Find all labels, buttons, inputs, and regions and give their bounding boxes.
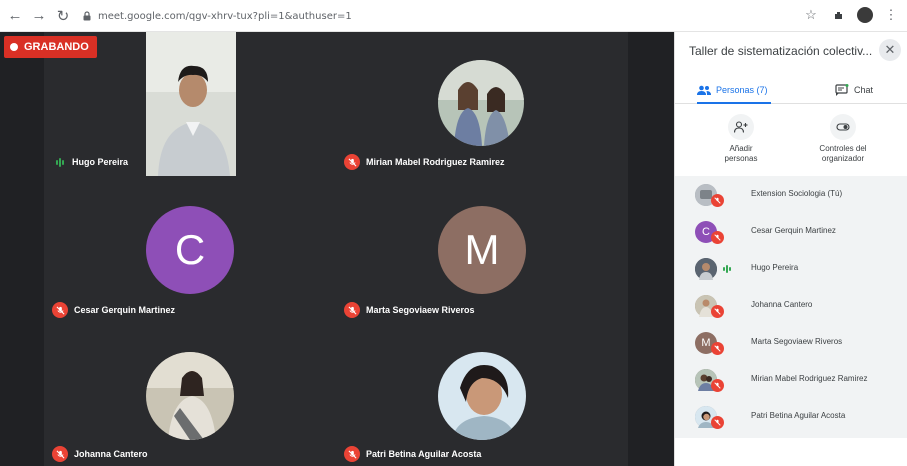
person-name: Mirian Mabel Rodriguez Ramirez [751,374,868,383]
recording-dot-icon [10,43,18,51]
list-item[interactable]: Mirian Mabel Rodriguez Ramirez [695,367,905,397]
tab-people-label: Personas (7) [716,85,768,95]
mic-off-icon [344,446,360,462]
mic-off-icon [344,302,360,318]
people-list: Extension Sociologia (Tú) C Cesar Gerqui… [675,176,907,438]
host-controls-button[interactable]: Controles del organizador [803,114,883,164]
url-text: meet.google.com/qgv-xhrv-tux?pli=1&authu… [98,10,352,22]
menu-icon[interactable]: ⋮ [881,5,901,25]
person-name: Johanna Cantero [751,300,813,309]
participant-avatar [438,352,526,440]
mic-off-icon [711,194,724,207]
side-panel: Taller de sistematización colectiv... ✕ … [674,32,907,466]
avatar [695,258,717,280]
person-name: Patri Betina Aguilar Acosta [751,411,846,420]
active-tab-indicator [697,102,771,104]
person-name: Marta Segoviaew Riveros [751,337,843,346]
participant-tile[interactable]: Patri Betina Aguilar Acosta [336,320,628,466]
chat-icon [835,84,849,96]
panel-tabs: Personas (7) Chat [675,76,907,104]
participant-name: Mirian Mabel Rodriguez Ramirez [366,157,505,167]
list-item[interactable]: Johanna Cantero [695,293,905,323]
participant-initial-avatar: M [438,206,526,294]
close-panel-button[interactable]: ✕ [879,39,901,61]
reload-icon[interactable]: ↻ [52,5,74,27]
person-name: Hugo Pereira [751,263,799,272]
bookmark-star-icon[interactable]: ☆ [801,5,821,25]
toggle-icon [830,114,856,140]
mic-off-icon [711,305,724,318]
meeting-title: Taller de sistematización colectiv... [689,44,873,58]
list-item[interactable]: Extension Sociologia (Tú) [695,182,905,212]
participant-video [146,32,236,176]
host-controls-label: Controles del organizador [819,144,867,163]
mic-off-icon [52,302,68,318]
participant-avatar [438,60,524,146]
address-bar[interactable]: meet.google.com/qgv-xhrv-tux?pli=1&authu… [82,6,812,26]
back-icon[interactable]: ← [4,5,26,27]
tab-chat-label: Chat [854,85,874,95]
tab-people[interactable]: Personas (7) [697,76,768,104]
tab-chat[interactable]: Chat [835,76,873,104]
add-people-label: Añadir personas [724,144,758,163]
person-name: Extension Sociologia (Tú) [751,189,843,198]
participant-avatar [146,352,234,440]
add-people-button[interactable]: Añadir personas [701,114,781,164]
participant-name: Hugo Pereira [72,157,129,167]
add-person-icon [728,114,754,140]
mic-off-icon [711,416,724,429]
participant-name: Cesar Gerquin Martinez [74,305,176,315]
mic-off-icon [344,154,360,170]
profile-avatar[interactable] [857,7,873,23]
person-name: Cesar Gerquin Martinez [751,226,836,235]
people-icon [697,85,711,95]
nav-buttons: ← → ↻ [4,5,74,27]
participant-tile[interactable]: Johanna Cantero [44,320,336,466]
forward-icon[interactable]: → [28,5,50,27]
lock-icon [83,11,91,21]
browser-toolbar: ← → ↻ meet.google.com/qgv-xhrv-tux?pli=1… [0,0,907,32]
participant-tile[interactable]: C Cesar Gerquin Martinez [44,176,336,320]
extension-icon[interactable] [829,5,849,25]
mic-off-icon [711,342,724,355]
meeting-grid: GRABANDO Hugo Pereira Mirian Mabel Rodri… [0,32,674,466]
speaking-indicator-icon [54,156,66,168]
list-item[interactable]: Hugo Pereira [695,256,905,286]
participant-name: Marta Segoviaew Riveros [366,305,475,315]
list-item[interactable]: Patri Betina Aguilar Acosta [695,404,905,434]
mic-off-icon [52,446,68,462]
participant-name: Patri Betina Aguilar Acosta [366,449,482,459]
close-icon: ✕ [884,42,896,57]
list-item[interactable]: M Marta Segoviaew Riveros [695,330,905,360]
list-item[interactable]: C Cesar Gerquin Martinez [695,219,905,249]
speaking-indicator-icon [723,264,731,274]
mic-off-icon [711,231,724,244]
participant-tile[interactable]: Mirian Mabel Rodriguez Ramirez [336,32,628,176]
participant-name: Johanna Cantero [74,449,148,459]
mic-off-icon [711,379,724,392]
participant-tile[interactable]: M Marta Segoviaew Riveros [336,176,628,320]
participant-initial-avatar: C [146,206,234,294]
participant-tile[interactable]: Hugo Pereira [44,32,336,176]
